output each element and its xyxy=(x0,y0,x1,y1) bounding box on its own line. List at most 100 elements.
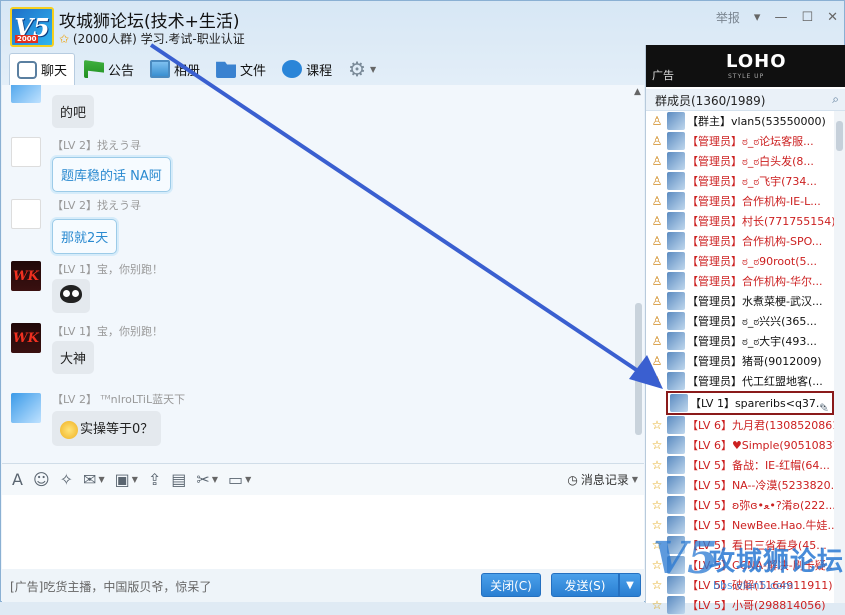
user-role-icon: ♙ xyxy=(651,294,663,308)
dropdown-icon[interactable]: ▾ xyxy=(754,10,761,25)
member-item[interactable]: ☆ 【LV 6】九月君(1308520861) xyxy=(646,415,834,435)
scroll-up-icon[interactable]: ▲ xyxy=(634,87,641,97)
chat-scrollbar[interactable]: ▲ xyxy=(632,85,644,463)
report-button[interactable]: 举报 xyxy=(716,9,740,26)
search-icon[interactable]: ⌕ xyxy=(832,92,839,107)
sender-name[interactable]: 【LV 2】找えう寻 xyxy=(52,137,141,153)
member-item[interactable]: ☆ 【LV 5】NewBee.Hao.牛娃... xyxy=(646,515,834,535)
sender-name[interactable]: 【LV 2】 ᵀᴹ​nIroLTiL蓝天下 xyxy=(52,391,185,407)
avatar[interactable]: WK xyxy=(11,261,41,291)
avatar[interactable] xyxy=(11,137,41,167)
member-list-scrollbar[interactable] xyxy=(834,111,845,603)
image-button[interactable]: ▣ ▼ xyxy=(115,470,138,489)
member-item[interactable]: ♙ 【管理员】合作机构-SPO... xyxy=(646,231,834,251)
close-button[interactable]: 关闭(C) xyxy=(481,573,541,597)
sender-name[interactable]: 【LV 1】宝，你别跑！ xyxy=(52,323,163,339)
member-item[interactable]: ♙ 【管理员】合作机构-IE-L... xyxy=(646,191,834,211)
minimize-icon[interactable]: — xyxy=(774,10,787,25)
member-item[interactable]: ♙ 【管理员】合作机构-华尔... xyxy=(646,271,834,291)
member-item[interactable]: ♙ 【管理员】猪哥(9012009) xyxy=(646,351,834,371)
gift-icon[interactable]: ▤ xyxy=(171,470,186,489)
member-item[interactable]: ♙ 【管理员】水煮菜梗-武汉... xyxy=(646,291,834,311)
member-item[interactable]: ♙ 【管理员】ಠ_ಠ论坛客服... xyxy=(646,131,834,151)
avatar xyxy=(667,212,685,230)
settings-menu[interactable]: ⚙ ▼ xyxy=(341,53,383,85)
avatar[interactable]: WK xyxy=(11,323,41,353)
clock-icon: ◷ xyxy=(567,472,578,487)
tab-label: 聊天 xyxy=(41,64,68,79)
sender-name[interactable]: 【LV 1】宝，你别跑！ xyxy=(52,261,163,277)
avatar xyxy=(667,252,685,270)
more-apps-button[interactable]: ▭ ▼ xyxy=(228,470,251,489)
emoji-icon[interactable]: ☺ xyxy=(33,470,50,489)
member-item[interactable]: ♙ 【管理员】ಠ_ಠ90root(5... xyxy=(646,251,834,271)
owl-emoji-icon xyxy=(60,285,82,303)
user-role-icon: ♙ xyxy=(651,134,663,148)
chat-message-area[interactable]: 的吧 【LV 2】找えう寻 题库稳的话 NA阿 【LV 2】找えう寻 那就2天 … xyxy=(2,85,644,463)
gear-icon: ⚙ xyxy=(348,57,367,81)
member-item[interactable]: ☆ 【LV 5】破解(1164911911) xyxy=(646,575,834,595)
group-title[interactable]: 攻城狮论坛(技术+生活) xyxy=(59,7,240,32)
avatar xyxy=(667,192,685,210)
member-item[interactable]: ☆ 【LV 5】看日三省看身(45... xyxy=(646,535,834,555)
member-name: 【管理员】合作机构-华尔... xyxy=(687,275,823,288)
upload-icon[interactable]: ⇪ xyxy=(148,470,161,489)
tab-chat[interactable]: 聊天 xyxy=(9,53,76,85)
send-button[interactable]: 发送(S) xyxy=(551,573,619,597)
group-avatar[interactable]: V5 2000 xyxy=(10,7,54,47)
user-role-icon: ♙ xyxy=(651,214,663,228)
avatar xyxy=(667,496,685,514)
chevron-down-icon: ▼ xyxy=(98,475,105,484)
member-item[interactable]: ☆ 【LV 5】CCNA-解决-刷卡疑... xyxy=(646,555,834,575)
member-item[interactable]: ♙ 【管理员】ಠ_ಠ白头发(8... xyxy=(646,151,834,171)
send-options-button[interactable]: ▼ xyxy=(619,573,641,597)
tab-announcement[interactable]: 公告 xyxy=(77,53,141,85)
avatar[interactable] xyxy=(11,85,41,103)
magic-wand-icon[interactable]: ✧ xyxy=(60,470,73,489)
member-item[interactable]: ♙ 【群主】vlan5(53550000) xyxy=(646,111,834,131)
message-history-button[interactable]: ◷ 消息记录 ▼ xyxy=(567,471,638,488)
member-panel: 广告 LOHO STYLE UP 群成员(1360/1989) ⌕ ♙ 【群主】v… xyxy=(645,45,845,614)
font-icon[interactable]: A xyxy=(12,470,23,489)
ad-brand: LOHO xyxy=(726,51,787,72)
ad-link[interactable]: [广告]吃货主播，中国版贝爷，惊呆了 xyxy=(10,578,211,595)
ad-banner[interactable]: 广告 LOHO STYLE UP xyxy=(646,45,845,87)
tab-album[interactable]: 相册 xyxy=(143,53,207,85)
avatar xyxy=(667,436,685,454)
edit-icon[interactable]: ✎ xyxy=(819,401,829,415)
member-item[interactable]: 【LV 1】spareribs<q37... xyxy=(666,391,834,415)
message-input[interactable] xyxy=(2,495,644,569)
star-icon: ✩ xyxy=(59,32,70,46)
avatar[interactable] xyxy=(11,393,41,423)
member-name: 【群主】vlan5(53550000) xyxy=(687,115,826,128)
member-item[interactable]: ☆ 【LV 5】NA--冷漠(5233820... xyxy=(646,475,834,495)
member-item[interactable]: ♙ 【管理员】村长(771755154) xyxy=(646,211,834,231)
member-item[interactable]: ♙ 【管理员】ಠ_ಠ飞宇(734... xyxy=(646,171,834,191)
member-item[interactable]: ☆ 【LV 5】备战：IE-红帽(64... xyxy=(646,455,834,475)
tab-files[interactable]: 文件 xyxy=(209,53,273,85)
avatar[interactable] xyxy=(11,199,41,229)
member-name: 【LV 6】♥Simple(905108379) xyxy=(687,439,834,452)
scrollbar-thumb[interactable] xyxy=(635,303,642,435)
user-role-icon: ♙ xyxy=(651,194,663,208)
maximize-icon[interactable]: ☐ xyxy=(801,10,813,25)
member-item[interactable]: ♙ 【管理员】代工红盟地客(... xyxy=(646,371,834,391)
avatar xyxy=(667,332,685,350)
ad-brand-sub: STYLE UP xyxy=(728,73,765,80)
member-item[interactable]: ♙ 【管理员】ಠ_ಠ大宇(493... xyxy=(646,331,834,351)
tab-course[interactable]: 课程 xyxy=(275,53,339,85)
close-icon[interactable]: ✕ xyxy=(827,10,838,25)
member-item[interactable]: ☆ 【LV 5】小哥(298814056) xyxy=(646,595,834,615)
sender-name[interactable]: 【LV 2】找えう寻 xyxy=(52,197,141,213)
screenshot-button[interactable]: ✂ ▼ xyxy=(196,470,218,489)
member-item[interactable]: ☆ 【LV 6】♥Simple(905108379) xyxy=(646,435,834,455)
member-item[interactable]: ☆ 【LV 5】ʚ弥ɞ•ﻌ•?淆ʚ(222... xyxy=(646,495,834,515)
avatar xyxy=(667,536,685,554)
tab-label: 课程 xyxy=(306,63,333,79)
scrollbar-thumb[interactable] xyxy=(836,121,843,151)
member-name: 【LV 5】备战：IE-红帽(64... xyxy=(687,459,830,472)
gift-card-button[interactable]: ✉ ▼ xyxy=(83,470,105,489)
member-item[interactable]: ♙ 【管理员】ಠ_ಠ兴兴(365... xyxy=(646,311,834,331)
group-subtitle: ✩ (2000人群) 学习.考试-职业认证 xyxy=(59,30,245,47)
avatar xyxy=(667,556,685,574)
